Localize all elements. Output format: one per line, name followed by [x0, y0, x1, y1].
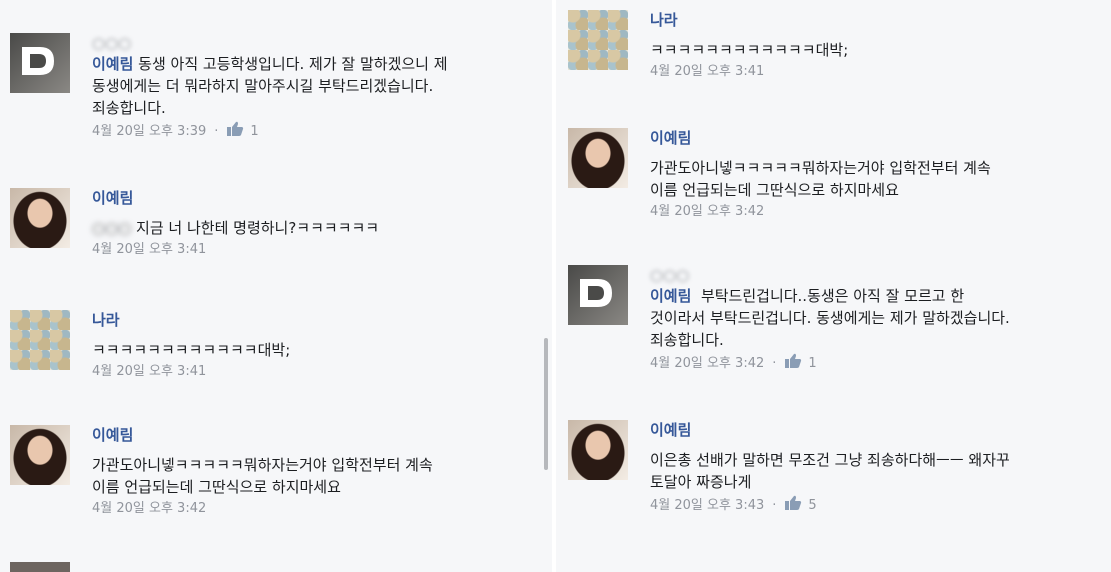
commenter-name-redacted[interactable]: ○○○ [92, 33, 448, 53]
commenter-name[interactable]: 나라 [650, 10, 848, 30]
left-comment-panel: ○○○ 이예림 동생 아직 고등학생입니다. 제가 잘 말하겠으니 제 동생에게… [0, 0, 552, 572]
scrollbar[interactable] [544, 338, 548, 470]
commenter-name[interactable]: 이예림 [650, 420, 1010, 440]
comment-timestamp[interactable]: 4월 20일 오후 3:42 [92, 500, 433, 518]
comment-meta: 4월 20일 오후 3:43 · 5 [650, 495, 1010, 515]
avatar[interactable] [568, 420, 628, 480]
comment-timestamp[interactable]: 4월 20일 오후 3:41 [650, 63, 848, 81]
comment-meta: 4월 20일 오후 3:42 · 1 [650, 353, 1010, 373]
like-count: 5 [808, 498, 817, 513]
comment-text: ㅋㅋㅋㅋㅋㅋㅋㅋㅋㅋㅋㅋ대박; [92, 341, 291, 359]
logo-mark-icon [22, 47, 54, 75]
comment-timestamp[interactable]: 4월 20일 오후 3:42 [650, 203, 991, 221]
comment-timestamp[interactable]: 4월 20일 오후 3:41 [92, 241, 379, 259]
logo-mark-icon [580, 279, 612, 307]
tagged-name[interactable]: 이예림 [92, 55, 133, 73]
avatar[interactable] [568, 128, 628, 188]
comment-timestamp[interactable]: 4월 20일 오후 3:42 [650, 356, 764, 371]
comment-timestamp[interactable]: 4월 20일 오후 3:41 [92, 363, 290, 381]
like-count: 1 [808, 356, 817, 371]
commenter-name[interactable]: 이예림 [92, 188, 379, 208]
commenter-name[interactable]: 이예림 [650, 128, 991, 148]
comment-text: 가관도아니넿ㅋㅋㅋㅋㅋ뭐하자는거야 입학전부터 계속 이름 언급되는데 그딴식으… [650, 159, 991, 199]
comment-text: 이은총 선배가 말하면 무조건 그냥 죄송하다해ㅡㅡ 왜자꾸 토달아 짜증나게 [650, 451, 1010, 491]
next-avatar-partial [10, 562, 70, 572]
commenter-name[interactable]: 이예림 [92, 425, 433, 445]
comment-timestamp[interactable]: 4월 20일 오후 3:43 [650, 498, 764, 513]
thumbs-up-icon[interactable] [784, 353, 802, 369]
avatar[interactable] [568, 265, 628, 325]
avatar[interactable] [10, 33, 70, 93]
avatar[interactable] [10, 310, 70, 370]
avatar[interactable] [10, 425, 70, 485]
commenter-name[interactable]: 나라 [92, 310, 290, 330]
comment-timestamp[interactable]: 4월 20일 오후 3:39 [92, 124, 206, 139]
thumbs-up-icon[interactable] [784, 495, 802, 511]
right-comment-panel: 나라 ㅋㅋㅋㅋㅋㅋㅋㅋㅋㅋㅋㅋ대박; 4월 20일 오후 3:41 이예림 가관… [556, 0, 1111, 572]
redacted-tag: ○○○ [92, 219, 132, 237]
comment-text: 이예림 부탁드린겁니다..동생은 아직 잘 모르고 한 것이라서 부탁드린겁니다… [650, 287, 1010, 349]
tagged-name[interactable]: 이예림 [650, 287, 691, 305]
avatar[interactable] [10, 188, 70, 248]
comment-meta: 4월 20일 오후 3:39 · 1 [92, 121, 448, 141]
comment-text: ○○○ 지금 너 나한테 명령하니?ㅋㅋㅋㅋㅋㅋ [92, 219, 380, 237]
avatar[interactable] [568, 10, 628, 70]
comment-text: 이예림 동생 아직 고등학생입니다. 제가 잘 말하겠으니 제 동생에게는 더 … [92, 55, 448, 117]
commenter-name-redacted[interactable]: ○○○ [650, 265, 1010, 285]
comment-text: 가관도아니넿ㅋㅋㅋㅋㅋ뭐하자는거야 입학전부터 계속 이름 언급되는데 그딴식으… [92, 456, 433, 496]
thumbs-up-icon[interactable] [226, 121, 244, 137]
like-count: 1 [250, 124, 259, 139]
comment-text: ㅋㅋㅋㅋㅋㅋㅋㅋㅋㅋㅋㅋ대박; [650, 41, 849, 59]
